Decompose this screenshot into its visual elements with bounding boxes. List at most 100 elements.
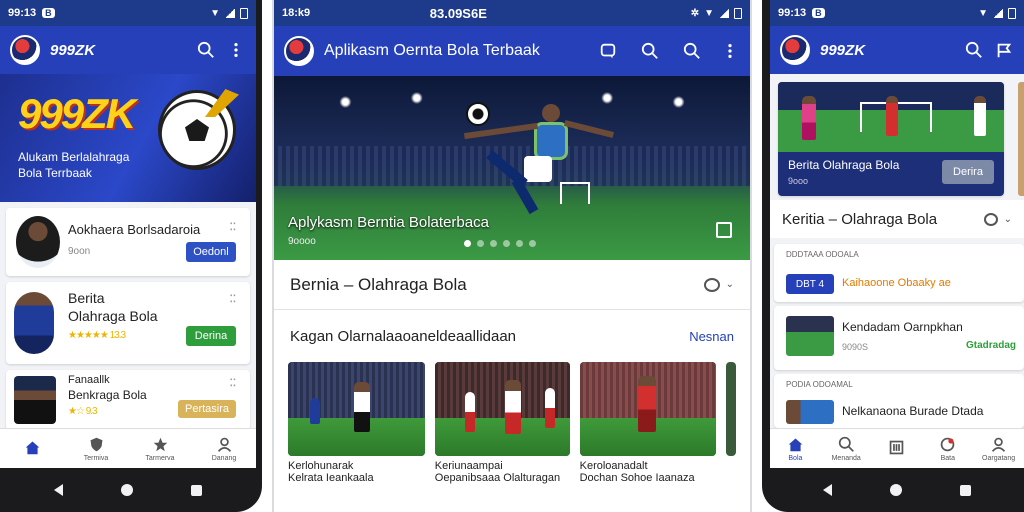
search-icon[interactable] xyxy=(196,40,216,60)
news-card[interactable]: Keroloanadalt Dochan Sohoe Iaanaza xyxy=(579,362,717,484)
more-icon[interactable]: ⁚⁚ xyxy=(230,222,236,233)
item-subtitle: 9oon xyxy=(68,246,91,257)
wifi-icon: ▼ xyxy=(210,7,220,19)
hero-brand: 999ZK xyxy=(18,90,136,137)
list-item[interactable]: DDDTAAA ODOALA DBT 4 Kaihaoone Obaaky ae xyxy=(774,244,1024,302)
status-icons: ✲ ▼ xyxy=(690,7,742,19)
vibrate-icon: ✲ xyxy=(690,7,700,19)
chat-icon[interactable] xyxy=(598,41,618,61)
app-title: 999ZK xyxy=(50,41,96,59)
search-alt-icon[interactable] xyxy=(682,41,702,61)
nav-profile[interactable]: Oargatang xyxy=(973,429,1024,468)
app-bar: 999ZK xyxy=(770,26,1024,74)
featured-card[interactable]: Berita Olahraga Bola 9ooo Derira xyxy=(778,82,1004,196)
nav-home[interactable] xyxy=(0,429,64,468)
news-title: Keriunaampai xyxy=(434,460,503,472)
list-item[interactable]: Aokhaera Borlsadaroia 9oon ⁚⁚ Oedonl xyxy=(6,208,250,276)
nav-team[interactable]: Termiva xyxy=(64,429,128,468)
club-logo xyxy=(284,36,314,66)
more-icon[interactable] xyxy=(226,40,246,60)
flag-icon[interactable] xyxy=(994,40,1014,60)
hero-banner[interactable]: 999ZK Alukam Berlalahraga Bola Terrbaak xyxy=(0,74,256,202)
nav-scores[interactable]: Bata xyxy=(922,429,973,468)
news-card-peek[interactable] xyxy=(726,362,736,456)
more-icon[interactable]: ⁚⁚ xyxy=(230,294,236,305)
featured-caption: Berita Olahraga Bola xyxy=(788,158,900,172)
section-title: Bernia – Olahraga Bola xyxy=(290,274,467,294)
list-item[interactable]: Fanaallk Benkraga Bola ★☆ 9.3 ⁚⁚ Pertasi… xyxy=(6,370,250,430)
system-nav-bar xyxy=(770,468,1024,512)
bookmark-icon[interactable] xyxy=(716,222,732,238)
status-icons: ▼ xyxy=(210,7,248,19)
item-action-button[interactable]: Oedonl xyxy=(186,242,236,262)
comment-icon[interactable] xyxy=(703,277,720,292)
phone-left-screen: 99:13 B ▼ 999ZK 999ZK Alukam Berlalahrag… xyxy=(0,0,256,468)
side-card-peek[interactable] xyxy=(1018,82,1024,196)
app-title: Aplikasm Oernta Bola Terbaak xyxy=(324,42,540,59)
search-icon[interactable] xyxy=(640,41,660,61)
signal-icon xyxy=(225,8,235,18)
featured-image xyxy=(778,82,1004,152)
list-item[interactable]: Berita Olahraga Bola ★★★★★ 13.3 ⁚⁚ Derin… xyxy=(6,282,250,364)
list-label: PODIA ODOAMAL xyxy=(786,380,853,389)
home-button-icon[interactable] xyxy=(121,484,133,496)
featured-subcaption: 9ooo xyxy=(788,176,809,186)
list-item[interactable]: PODIA ODOAMAL Nelkanaona Burade Dtada xyxy=(774,374,1024,428)
comment-icon[interactable] xyxy=(983,212,998,226)
match-list: Aokhaera Borlsadaroia 9oon ⁚⁚ Oedonl Ber… xyxy=(0,202,256,436)
phone-right: 99:13 B ▼ 999ZK Berita Olahraga Bola 9oo… xyxy=(762,0,1024,512)
status-center-text: 83.09S6E xyxy=(429,5,487,21)
see-more-link[interactable]: Nesnan xyxy=(689,329,734,344)
match-thumbnail xyxy=(786,400,834,424)
search-icon[interactable] xyxy=(964,40,984,60)
list-label: DDDTAAA ODOALA xyxy=(786,250,859,259)
nav-search[interactable]: Menanda xyxy=(821,429,872,468)
recents-icon[interactable] xyxy=(191,484,202,496)
shield-icon xyxy=(90,437,102,451)
news-cards: Kerlohunarak Kelrata Ieankaala Keriunaam… xyxy=(274,362,750,484)
system-nav-bar xyxy=(0,468,256,512)
chevron-down-icon[interactable]: ⌄ xyxy=(1004,214,1012,225)
item-action-button[interactable]: Pertasira xyxy=(178,400,236,418)
news-title: Keroloanadalt xyxy=(579,460,648,472)
nav-profile[interactable]: Danang xyxy=(192,429,256,468)
hero-subcaption: 9oooo xyxy=(288,236,316,247)
phone-left: 99:13 B ▼ 999ZK 999ZK Alukam Berlalahrag… xyxy=(0,0,262,512)
recents-icon[interactable] xyxy=(960,484,971,496)
player-avatar xyxy=(14,376,56,424)
nav-home[interactable]: Bola xyxy=(770,429,821,468)
status-bar: 18:k9 83.09S6E ✲ ▼ xyxy=(274,0,750,26)
score-icon xyxy=(940,437,955,451)
nav-trophy[interactable]: Tarmerva xyxy=(128,429,192,468)
app-title: 999ZK xyxy=(820,41,866,59)
list-item[interactable]: Kendadam Oarnpkhan 9090S Gtadradag xyxy=(774,306,1024,370)
player-figure xyxy=(463,104,614,215)
back-icon[interactable] xyxy=(823,484,832,496)
more-icon[interactable] xyxy=(720,41,740,61)
hero-caption: Aplykasm Berntia Bolaterbaca xyxy=(288,214,489,231)
signal-icon xyxy=(993,8,1003,18)
hero-carousel[interactable]: Aplykasm Berntia Bolaterbaca 9oooo xyxy=(274,76,750,260)
rating-stars: ★★★★★ 13.3 xyxy=(68,330,126,341)
more-icon[interactable]: ⁚⁚ xyxy=(230,378,236,389)
nav-news[interactable] xyxy=(872,429,923,468)
section-title: Keritia – Olahraga Bola xyxy=(782,210,938,228)
profile-icon xyxy=(217,437,231,452)
battery-icon xyxy=(1008,7,1016,19)
bottom-navigation: Bola Menanda Bata Oargatang xyxy=(770,428,1024,468)
wifi-icon: ▼ xyxy=(978,7,988,19)
profile-icon xyxy=(991,437,1006,452)
home-button-icon[interactable] xyxy=(890,484,902,496)
back-icon[interactable] xyxy=(54,484,63,496)
app-bar: Aplikasm Oernta Bola Terbaak xyxy=(274,26,750,76)
section-title: Kagan Olarnalaaoaneldeaallidaan xyxy=(290,327,517,345)
news-card[interactable]: Kerlohunarak Kelrata Ieankaala xyxy=(288,362,425,484)
chevron-down-icon[interactable]: ⌄ xyxy=(726,279,734,290)
news-card[interactable]: Keriunaampai Oepanibsaaa Olalturagan xyxy=(434,362,570,484)
bottom-navigation: Termiva Tarmerva Danang xyxy=(0,428,256,468)
player-avatar xyxy=(16,216,60,268)
list-meta: 9090S xyxy=(842,342,869,352)
wifi-icon: ▼ xyxy=(704,7,714,19)
featured-button[interactable]: Derira xyxy=(942,160,994,184)
item-action-button[interactable]: Derina xyxy=(186,326,236,346)
